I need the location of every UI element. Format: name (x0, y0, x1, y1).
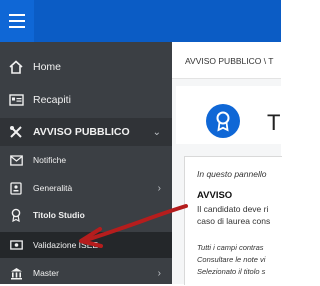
hamburger-icon (9, 14, 25, 16)
menu-toggle-button[interactable] (0, 0, 34, 42)
sidebar: Home Recapiti AVVISO PUBBLICO ⌄ Notifich… (0, 42, 172, 284)
note-line: Selezionato il titolo s (197, 267, 266, 276)
sidebar-item-label: Generalità (33, 183, 73, 193)
sidebar-item-label: Notifiche (33, 155, 67, 165)
hamburger-icon-line (9, 26, 25, 28)
sidebar-item-label: AVVISO PUBBLICO (33, 126, 130, 138)
address-card-icon (8, 180, 24, 196)
sidebar-item-generalita[interactable]: Generalità › (0, 175, 172, 201)
hamburger-icon-line (9, 20, 25, 22)
top-bar (0, 0, 281, 42)
sidebar-item-master[interactable]: Master › (0, 260, 172, 286)
sidebar-item-titolo-studio[interactable]: Titolo Studio (0, 202, 172, 228)
sidebar-item-validazione-isee[interactable]: Validazione ISEE (0, 232, 172, 258)
sidebar-item-label: Master (33, 268, 59, 278)
sidebar-item-home[interactable]: Home (0, 54, 172, 80)
sidebar-item-label: Titolo Studio (33, 210, 85, 220)
sidebar-item-label: Home (33, 61, 62, 73)
note-line: Tutti i campi contras (197, 243, 264, 252)
avviso-heading: AVVISO (197, 190, 233, 201)
sidebar-item-notifiche[interactable]: Notifiche (0, 147, 172, 173)
sidebar-item-label: Recapiti (33, 94, 71, 106)
bank-icon (8, 265, 24, 281)
tools-icon (8, 124, 24, 140)
chevron-right-icon: › (157, 182, 161, 194)
breadcrumb: AVVISO PUBBLICO \ T (172, 42, 281, 79)
note-line: Consultare le note vi (197, 255, 266, 264)
home-icon (8, 59, 24, 75)
sidebar-item-recapiti[interactable]: Recapiti (0, 87, 172, 113)
title-card: Titol (176, 86, 281, 144)
chevron-right-icon: › (157, 267, 161, 279)
info-intro: In questo pannello (197, 169, 267, 179)
chevron-down-icon: ⌄ (152, 126, 161, 138)
info-panel: In questo pannello AVVISO Il candidato d… (184, 156, 282, 285)
envelope-icon (8, 152, 24, 168)
breadcrumb-text[interactable]: AVVISO PUBBLICO \ T (185, 56, 274, 66)
main-content: AVVISO PUBBLICO \ T Titol In questo pann… (172, 42, 282, 285)
avviso-line: Il candidato deve ri (197, 204, 269, 214)
award-badge-icon (206, 104, 240, 138)
id-card-icon (8, 92, 24, 108)
money-icon (8, 237, 24, 253)
avviso-line: caso di laurea cons (197, 216, 271, 226)
sidebar-item-avviso-pubblico[interactable]: AVVISO PUBBLICO ⌄ (0, 118, 172, 146)
page-title: Titol (267, 110, 281, 135)
sidebar-item-label: Validazione ISEE (33, 240, 99, 250)
award-icon (8, 207, 24, 223)
